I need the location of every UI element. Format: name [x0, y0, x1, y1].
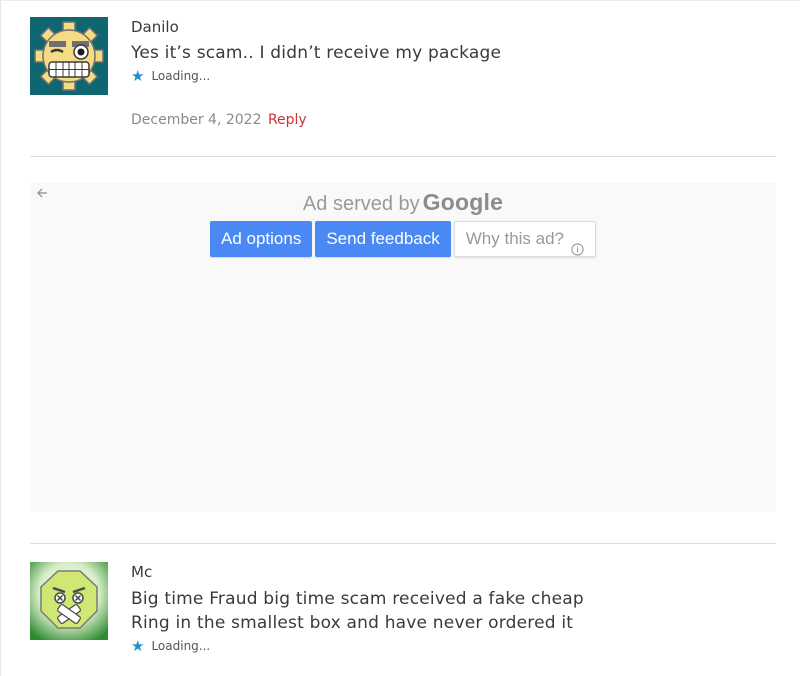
- ad-served-by: Ad served by Google: [30, 189, 776, 217]
- comment-text-line: Big time Fraud big time scam received a …: [131, 589, 584, 609]
- comment-author: Mc: [131, 563, 153, 581]
- ad-button-row: Ad options Send feedback Why this ad?: [30, 221, 776, 257]
- comment-mc: Mc Big time Fraud big time scam received…: [30, 562, 776, 662]
- comment-divider: [30, 156, 776, 157]
- ad-served-by-text: Ad served by: [302, 193, 420, 215]
- octagon-face-avatar-icon: [30, 562, 108, 640]
- comment-text-line: Ring in the smallest box and have never …: [131, 613, 574, 633]
- comment-divider: [30, 543, 776, 544]
- star-icon[interactable]: ★: [131, 68, 144, 84]
- rating: ★ Loading...: [131, 638, 776, 654]
- avatar-danilo: [30, 17, 108, 95]
- avatar-mc: [30, 562, 108, 640]
- comment-danilo: Danilo Yes it’s scam.. I didn’t receive …: [30, 17, 776, 137]
- info-icon: [571, 233, 584, 256]
- comment-meta: December 4, 2022 Reply: [131, 111, 776, 129]
- send-feedback-button[interactable]: Send feedback: [315, 221, 451, 257]
- comment-text: Yes it’s scam.. I didn’t receive my pack…: [131, 43, 502, 63]
- rating-status: Loading...: [151, 69, 211, 83]
- google-logo: Google: [422, 189, 504, 215]
- gear-face-avatar-icon: [30, 17, 108, 95]
- star-icon[interactable]: ★: [131, 638, 144, 654]
- comment-date[interactable]: December 4, 2022: [131, 112, 261, 128]
- comment-author: Danilo: [131, 18, 179, 36]
- rating: ★ Loading...: [131, 68, 776, 84]
- why-this-ad-label: Why this ad?: [465, 229, 565, 248]
- page-top-border: [0, 0, 800, 1]
- why-this-ad-button[interactable]: Why this ad?: [453, 221, 597, 257]
- comment-body: Mc Big time Fraud big time scam received…: [131, 562, 776, 654]
- page-left-border: [0, 0, 1, 676]
- reply-link[interactable]: Reply: [268, 112, 307, 128]
- rating-status: Loading...: [151, 639, 211, 653]
- ad-container: Ad served by Google Ad options Send feedb…: [30, 183, 776, 512]
- comment-body: Danilo Yes it’s scam.. I didn’t receive …: [131, 17, 776, 129]
- comment-text: Big time Fraud big time scam received a …: [131, 587, 776, 635]
- ad-options-button[interactable]: Ad options: [209, 221, 313, 257]
